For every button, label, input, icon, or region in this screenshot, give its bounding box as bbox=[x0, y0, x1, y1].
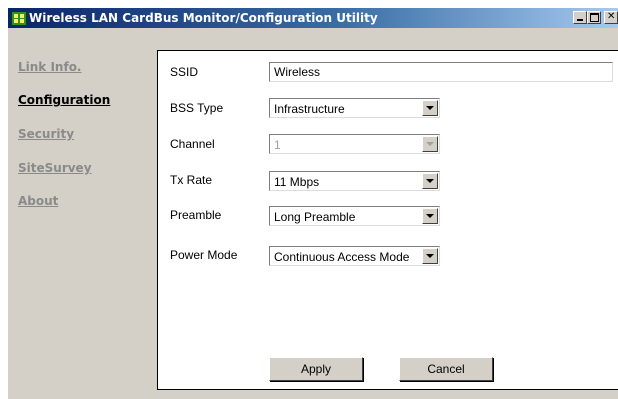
nav-configuration[interactable]: Configuration bbox=[18, 93, 110, 107]
app-window: Wireless LAN CardBus Monitor/Configurati… bbox=[8, 8, 618, 399]
tx-rate-select[interactable]: 11 Mbps bbox=[269, 171, 440, 191]
nav-link-info[interactable]: Link Info. bbox=[18, 60, 82, 74]
ssid-label: SSID bbox=[170, 65, 199, 79]
maximize-button[interactable] bbox=[587, 11, 601, 24]
window-title: Wireless LAN CardBus Monitor/Configurati… bbox=[29, 11, 378, 25]
nav-sitesurvey[interactable]: SiteSurvey bbox=[18, 161, 92, 175]
nav-about[interactable]: About bbox=[18, 194, 58, 208]
tx-rate-label: Tx Rate bbox=[170, 173, 213, 187]
power-mode-label: Power Mode bbox=[170, 248, 238, 262]
chevron-down-icon[interactable] bbox=[422, 173, 438, 189]
bss-type-label: BSS Type bbox=[170, 101, 224, 115]
close-button[interactable] bbox=[604, 11, 618, 24]
bss-type-select[interactable]: Infrastructure bbox=[269, 98, 440, 118]
bss-type-value: Infrastructure bbox=[274, 102, 345, 116]
power-mode-select[interactable]: Continuous Access Mode bbox=[269, 246, 440, 266]
title-bar[interactable]: Wireless LAN CardBus Monitor/Configurati… bbox=[8, 8, 618, 28]
minimize-button[interactable] bbox=[573, 11, 587, 24]
preamble-select[interactable]: Long Preamble bbox=[269, 206, 440, 226]
channel-value: 1 bbox=[274, 138, 281, 152]
ssid-input[interactable] bbox=[269, 62, 613, 82]
chevron-down-icon[interactable] bbox=[422, 248, 438, 264]
channel-label: Channel bbox=[170, 137, 215, 151]
tx-rate-value: 11 Mbps bbox=[274, 175, 320, 189]
configuration-panel: SSID BSS Type Infrastructure Channel 1 T… bbox=[157, 50, 618, 390]
app-icon bbox=[11, 11, 27, 26]
power-mode-value: Continuous Access Mode bbox=[274, 250, 410, 264]
channel-select: 1 bbox=[269, 134, 440, 154]
preamble-label: Preamble bbox=[170, 208, 222, 222]
nav-security[interactable]: Security bbox=[18, 127, 74, 141]
apply-button[interactable]: Apply bbox=[269, 357, 363, 381]
chevron-down-icon[interactable] bbox=[422, 208, 438, 224]
chevron-down-icon[interactable] bbox=[422, 100, 438, 116]
cancel-button[interactable]: Cancel bbox=[399, 357, 493, 381]
preamble-value: Long Preamble bbox=[274, 210, 356, 224]
chevron-down-icon bbox=[422, 136, 438, 152]
